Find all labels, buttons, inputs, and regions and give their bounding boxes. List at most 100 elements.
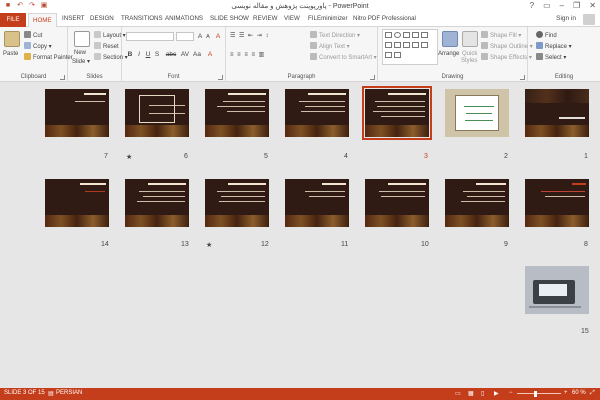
paste-button[interactable]: Paste: [3, 51, 18, 57]
ribbon-display-icon[interactable]: ▭: [543, 1, 551, 10]
slide-thumbnail-5[interactable]: [205, 89, 269, 137]
account-avatar[interactable]: [583, 14, 595, 25]
character-spacing-button[interactable]: AV: [180, 51, 190, 58]
tab-nitro-pdf[interactable]: Nitro PDF Professional: [353, 15, 416, 22]
shape-triangle-icon[interactable]: [421, 32, 428, 38]
slide-thumbnail-13[interactable]: [125, 179, 189, 227]
shape-line-icon[interactable]: [403, 32, 410, 38]
new-slide-button-line2[interactable]: Slide ▾: [72, 58, 90, 65]
layout-button[interactable]: Layout ▾: [94, 31, 126, 39]
restore-button[interactable]: ❐: [573, 1, 580, 10]
shape-fill-button[interactable]: Shape Fill ▾: [481, 31, 521, 39]
shape-pentagon-icon[interactable]: [394, 42, 401, 48]
arrange-button[interactable]: Arrange: [438, 51, 459, 57]
drawing-launcher-icon[interactable]: [520, 75, 525, 80]
text-direction-button[interactable]: Text Direction ▾: [310, 31, 360, 39]
new-slide-icon[interactable]: [74, 31, 90, 47]
slide-thumbnail-6[interactable]: [125, 89, 189, 137]
cut-button[interactable]: Cut: [24, 31, 42, 39]
slide-thumbnail-8[interactable]: [525, 179, 589, 227]
normal-view-icon[interactable]: ▭: [455, 390, 461, 397]
quick-styles-button-line2[interactable]: Styles: [461, 58, 477, 64]
font-size-input[interactable]: [176, 32, 194, 41]
slide-thumbnail-7[interactable]: [45, 89, 109, 137]
shape-brace-icon[interactable]: [403, 42, 410, 48]
help-button[interactable]: ?: [530, 1, 534, 10]
clear-formatting-button[interactable]: A: [214, 33, 222, 40]
slide-thumbnail-1[interactable]: [525, 89, 589, 137]
strikethrough-button[interactable]: abc: [164, 51, 178, 58]
close-button[interactable]: ✕: [589, 1, 596, 10]
list-buttons-row[interactable]: ☰ ☰ ⇤ ⇥ ↕: [230, 32, 269, 39]
slide-thumbnail-3[interactable]: [362, 86, 432, 140]
slide-thumbnail-12[interactable]: [205, 179, 269, 227]
shape-outline-button[interactable]: Shape Outline ▾: [481, 42, 533, 50]
shape-arrow-icon[interactable]: [412, 32, 419, 38]
fit-slide-icon[interactable]: ⤢: [590, 390, 595, 397]
slide-thumbnail-14[interactable]: [45, 179, 109, 227]
shadow-button[interactable]: S: [153, 51, 161, 58]
slide-thumbnail-2[interactable]: [445, 89, 509, 137]
font-launcher-icon[interactable]: [218, 75, 223, 80]
reading-view-icon[interactable]: ▯: [481, 390, 484, 397]
underline-button[interactable]: U: [144, 51, 152, 58]
shape-star-icon[interactable]: [412, 42, 419, 48]
slide-show-icon[interactable]: ▶: [494, 390, 499, 397]
shapes-gallery[interactable]: [382, 29, 438, 65]
zoom-slider[interactable]: [517, 393, 561, 394]
shape-callout-icon[interactable]: [421, 42, 428, 48]
replace-button[interactable]: Replace ▾: [536, 42, 572, 50]
minimize-button[interactable]: –: [560, 1, 564, 10]
align-buttons-row[interactable]: ≡ ≡ ≡ ≡ ▥: [230, 51, 265, 58]
copy-button[interactable]: Copy ▾: [24, 42, 52, 50]
tab-fileminimizer[interactable]: FILEminimizer: [308, 15, 348, 22]
bold-button[interactable]: B: [126, 51, 134, 58]
slide-thumbnail-9[interactable]: [445, 179, 509, 227]
slide-sorter-icon[interactable]: ▦: [468, 390, 474, 397]
tab-insert[interactable]: INSERT: [62, 15, 85, 22]
shrink-font-button[interactable]: A: [204, 34, 212, 40]
language-status[interactable]: PERSIAN: [56, 390, 82, 396]
italic-button[interactable]: I: [135, 51, 143, 58]
tab-file[interactable]: FILE: [0, 13, 26, 27]
tab-home[interactable]: HOME: [28, 13, 57, 28]
select-button[interactable]: Select ▾: [536, 53, 566, 61]
paragraph-launcher-icon[interactable]: [370, 75, 375, 80]
find-button[interactable]: Find: [536, 31, 557, 39]
zoom-in-button[interactable]: +: [564, 390, 568, 396]
font-color-button[interactable]: A: [206, 51, 214, 58]
spelling-icon[interactable]: ▤: [48, 390, 54, 397]
format-painter-button[interactable]: Format Painter: [24, 53, 73, 61]
align-text-button[interactable]: Align Text ▾: [310, 42, 350, 50]
slide-thumbnail-11[interactable]: [285, 179, 349, 227]
shape-block-icon[interactable]: [385, 52, 392, 58]
arrange-icon[interactable]: [442, 31, 458, 47]
shape-effects-button[interactable]: Shape Effects ▾: [481, 53, 532, 61]
reset-button[interactable]: Reset: [94, 42, 119, 50]
slide-thumbnail-10[interactable]: [365, 179, 429, 227]
change-case-button[interactable]: Aa: [192, 51, 202, 58]
shape-rect-icon[interactable]: [385, 32, 392, 38]
shape-oval-icon[interactable]: [394, 32, 401, 38]
font-name-input[interactable]: [126, 32, 174, 41]
shape-rounded-icon[interactable]: [385, 42, 392, 48]
slide-thumbnail-4[interactable]: [285, 89, 349, 137]
convert-smartart-button[interactable]: Convert to SmartArt ▾: [310, 53, 377, 61]
tab-animations[interactable]: ANIMATIONS: [165, 15, 203, 22]
new-slide-button[interactable]: New: [74, 50, 86, 56]
clipboard-launcher-icon[interactable]: [60, 75, 65, 80]
tab-design[interactable]: DESIGN: [90, 15, 114, 22]
tab-review[interactable]: REVIEW: [253, 15, 277, 22]
quick-styles-button[interactable]: Quick: [462, 51, 477, 57]
zoom-out-button[interactable]: −: [509, 390, 513, 396]
zoom-level[interactable]: 60 %: [572, 390, 586, 396]
sign-in-link[interactable]: Sign in: [556, 15, 576, 22]
slide-thumbnail-15[interactable]: [525, 266, 589, 314]
grow-font-button[interactable]: A: [196, 33, 204, 40]
tab-slide-show[interactable]: SLIDE SHOW: [210, 15, 249, 22]
tab-view[interactable]: VIEW: [284, 15, 300, 22]
tab-transitions[interactable]: TRANSITIONS: [121, 15, 163, 22]
quick-styles-icon[interactable]: [462, 31, 478, 47]
shape-chevron-icon[interactable]: [394, 52, 401, 58]
zoom-slider-thumb[interactable]: [534, 391, 537, 397]
